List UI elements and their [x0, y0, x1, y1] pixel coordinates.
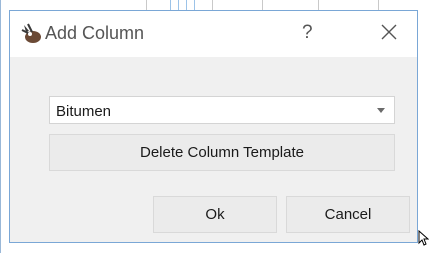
background-window-edge: [0, 0, 1, 253]
mouse-pointer-icon: [418, 230, 429, 246]
cancel-button[interactable]: Cancel: [286, 196, 410, 233]
app-logo-icon: [21, 23, 41, 43]
dialog-title: Add Column: [45, 23, 145, 43]
ok-button[interactable]: Ok: [153, 196, 277, 233]
column-template-value: Bitumen: [56, 103, 112, 120]
add-column-dialog: Add Column ? Bitumen Delete Column Templ…: [9, 10, 418, 243]
help-button[interactable]: ?: [302, 22, 313, 44]
dialog-titlebar[interactable]: Add Column ?: [10, 11, 417, 57]
chevron-down-icon: [377, 108, 385, 113]
column-template-select[interactable]: Bitumen: [49, 96, 395, 124]
delete-column-template-button[interactable]: Delete Column Template: [49, 134, 395, 171]
close-icon[interactable]: [376, 19, 402, 45]
